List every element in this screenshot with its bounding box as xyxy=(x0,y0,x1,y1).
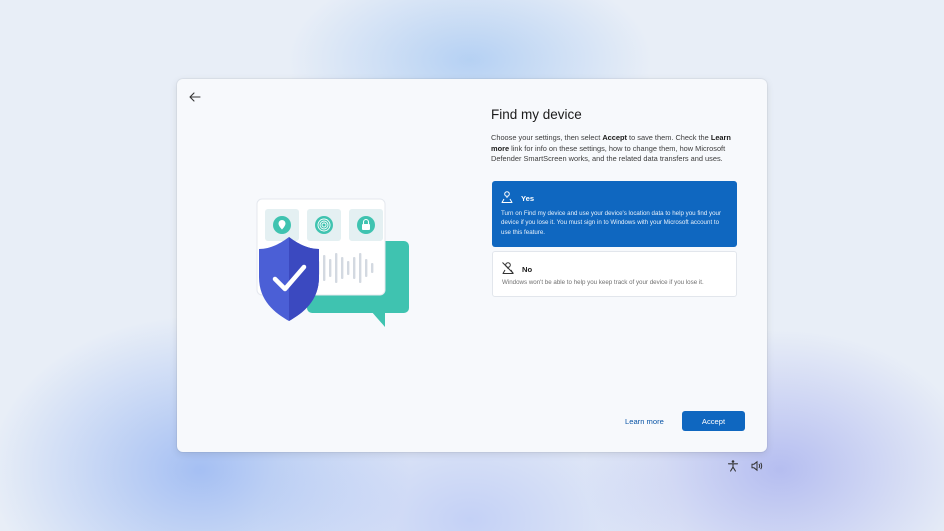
lock-icon xyxy=(357,216,375,234)
volume-icon xyxy=(751,460,763,472)
option-no-text: Windows won't be able to help you keep t… xyxy=(502,279,704,286)
find-my-device-dialog: Find my device Choose your settings, the… xyxy=(177,79,767,452)
accessibility-icon xyxy=(727,460,739,472)
description-text: Choose your settings, then select Accept… xyxy=(491,133,751,165)
accessibility-button[interactable] xyxy=(726,459,740,473)
option-no[interactable]: No Windows won't be able to help you kee… xyxy=(492,251,737,297)
option-yes-label: Yes xyxy=(521,194,535,203)
learn-more-link[interactable]: Learn more xyxy=(625,417,664,426)
privacy-illustration xyxy=(225,197,415,329)
location-pin-icon xyxy=(273,216,291,234)
location-off-icon xyxy=(502,262,514,274)
accept-button[interactable]: Accept xyxy=(682,411,745,431)
page-title: Find my device xyxy=(491,107,582,122)
arrow-left-icon xyxy=(189,92,201,102)
description-accept-bold: Accept xyxy=(602,133,627,142)
option-no-label: No xyxy=(522,265,533,274)
option-yes[interactable]: Yes Turn on Find my device and use your … xyxy=(492,181,737,247)
description-part-2: to save them. Check the xyxy=(627,133,711,142)
fingerprint-icon xyxy=(315,216,333,234)
volume-button[interactable] xyxy=(750,459,764,473)
description-part-1: Choose your settings, then select xyxy=(491,133,603,142)
location-person-icon xyxy=(501,191,513,203)
back-button[interactable] xyxy=(183,85,207,109)
option-yes-text: Turn on Find my device and use your devi… xyxy=(501,210,722,236)
description-part-3: link for info on these settings, how to … xyxy=(491,143,726,164)
